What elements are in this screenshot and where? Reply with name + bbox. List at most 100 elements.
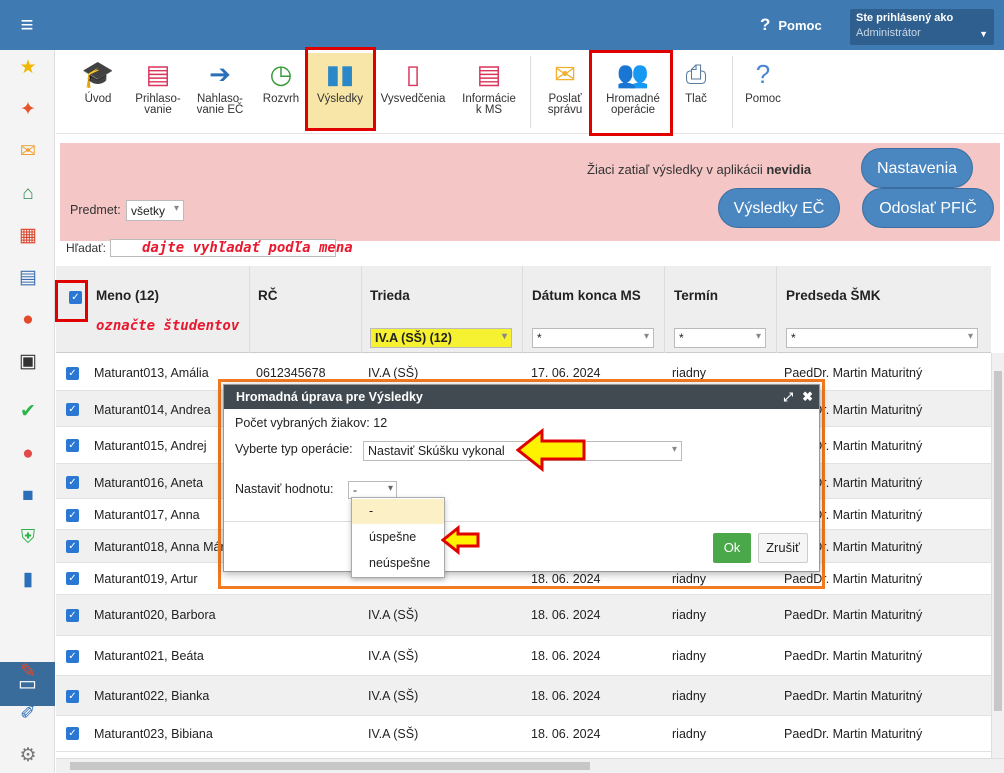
arrow-annotation-icon xyxy=(516,428,586,472)
row-checkbox[interactable]: ✓ xyxy=(66,690,79,703)
annotation-search-hint: dajte vyhľadať podľa mena xyxy=(142,240,353,256)
results-ec-button[interactable]: Výsledky EČ xyxy=(718,188,840,228)
printer-icon: ⎙ xyxy=(685,59,707,89)
col-header-rc[interactable]: RČ xyxy=(258,288,278,303)
cell-predseda: PaedDr. Martin Maturitný xyxy=(784,608,923,622)
help-link[interactable]: ? Pomoc xyxy=(760,12,822,38)
row-checkbox[interactable]: ✓ xyxy=(66,609,79,622)
close-icon[interactable]: ✖ xyxy=(802,385,813,409)
briefcase-icon[interactable]: ■ xyxy=(16,484,40,508)
column-separator xyxy=(361,266,362,353)
cell-trieda: IV.A (SŠ) xyxy=(368,689,419,703)
grid-icon[interactable]: ▦ xyxy=(16,224,40,248)
vertical-scrollbar[interactable] xyxy=(991,353,1004,758)
scroll-thumb[interactable] xyxy=(70,762,590,770)
scroll-thumb[interactable] xyxy=(994,371,1002,711)
toolbar-uvod[interactable]: 🎓 Úvod xyxy=(66,54,130,105)
row-checkbox[interactable]: ✓ xyxy=(66,727,79,740)
help-icon: ? xyxy=(755,59,771,89)
envelope-icon[interactable]: ✉ xyxy=(16,140,40,164)
row-checkbox[interactable]: ✓ xyxy=(66,572,79,585)
option-dash[interactable]: - xyxy=(352,499,444,524)
cell-trieda: IV.A (SŠ) xyxy=(368,727,419,741)
col-header-trieda[interactable]: Trieda xyxy=(370,288,410,303)
cell-name: Maturant013, Amália xyxy=(94,366,209,380)
chat-icon[interactable]: ✎ xyxy=(16,660,40,684)
cancel-button[interactable]: Zrušiť xyxy=(758,533,808,563)
column-separator xyxy=(522,266,523,353)
cell-trieda: IV.A (SŠ) xyxy=(368,649,419,663)
cell-datum: 17. 06. 2024 xyxy=(531,366,601,380)
grade-icon[interactable]: ● xyxy=(16,442,40,466)
cell-termin: riadny xyxy=(672,727,707,741)
col-header-name[interactable]: Meno (12) xyxy=(96,288,159,303)
row-checkbox[interactable]: ✓ xyxy=(66,403,79,416)
cell-name: Maturant017, Anna xyxy=(94,508,200,522)
settings-button[interactable]: Nastavenia xyxy=(861,148,973,188)
maximize-icon[interactable]: ⤢ xyxy=(783,385,793,409)
hamburger-menu-icon[interactable]: ≡ xyxy=(14,14,40,36)
trieda-filter[interactable]: IV.A (SŠ) (12) xyxy=(370,328,512,348)
search-label: Hľadať: xyxy=(66,241,107,255)
user-dropdown[interactable]: Ste prihlásený ako Administrátor ▼ xyxy=(850,9,994,45)
termin-filter[interactable]: * xyxy=(674,328,766,348)
cell-predseda: PaedDr. Martin Maturitný xyxy=(784,727,923,741)
table-row[interactable]: ✓ Maturant020, Barbora IV.A (SŠ) 18. 06.… xyxy=(56,595,991,636)
predseda-filter[interactable]: * xyxy=(786,328,978,348)
toolbar-separator xyxy=(530,56,531,128)
col-header-datum[interactable]: Dátum konca MS xyxy=(532,288,641,303)
row-checkbox[interactable]: ✓ xyxy=(66,540,79,553)
ok-button[interactable]: Ok xyxy=(713,533,751,563)
check-circle-icon[interactable]: ✔ xyxy=(16,400,40,424)
highlight-results-frame xyxy=(305,47,376,131)
row-checkbox[interactable]: ✓ xyxy=(66,367,79,380)
horizontal-scrollbar[interactable] xyxy=(56,758,1004,773)
toolbar-tlac[interactable]: ⎙ Tlač xyxy=(664,54,728,105)
user-icon[interactable]: ● xyxy=(16,308,40,332)
row-checkbox[interactable]: ✓ xyxy=(66,509,79,522)
table-row[interactable]: ✓ Maturant023, Bibiana IV.A (SŠ) 18. 06.… xyxy=(56,716,991,752)
notebook-icon[interactable]: ▤ xyxy=(16,266,40,290)
table-row[interactable]: ✓ Maturant021, Beáta IV.A (SŠ) 18. 06. 2… xyxy=(56,636,991,676)
subject-select[interactable]: všetky xyxy=(126,200,184,221)
toolbar: 🎓 Úvod ▤ Prihlaso- vanie ➔ Nahlaso- vanie E… xyxy=(56,50,1004,134)
toolbar-poslat-spravu[interactable]: ✉ Poslať správu xyxy=(533,54,597,116)
table-row[interactable]: ✓ Maturant022, Bianka IV.A (SŠ) 18. 06. … xyxy=(56,676,991,716)
col-header-termin[interactable]: Termín xyxy=(674,288,718,303)
datum-filter[interactable]: * xyxy=(532,328,654,348)
star-icon[interactable]: ★ xyxy=(16,56,40,80)
user-name: Administrátor xyxy=(856,27,921,39)
cell-predseda: PaedDr. Martin Maturitný xyxy=(784,689,923,703)
bar-chart-icon[interactable]: ▮ xyxy=(16,568,40,592)
arrow-annotation-icon xyxy=(441,525,480,555)
cell-datum: 18. 06. 2024 xyxy=(531,608,601,622)
highlight-select-all-frame xyxy=(55,280,88,322)
cell-termin: riadny xyxy=(672,608,707,622)
option-uspesne[interactable]: úspešne xyxy=(352,525,444,550)
cell-trieda: IV.A (SŠ) xyxy=(368,366,419,380)
row-checkbox[interactable]: ✓ xyxy=(66,439,79,452)
calendar-icon[interactable]: ▣ xyxy=(16,350,40,374)
row-checkbox[interactable]: ✓ xyxy=(66,650,79,663)
cell-predseda: PaedDr. Martin Maturitný xyxy=(784,366,923,380)
send-pfic-button[interactable]: Odoslať PFIČ xyxy=(862,188,994,228)
home-icon[interactable]: ⌂ xyxy=(16,182,40,206)
column-separator xyxy=(664,266,665,353)
row-checkbox[interactable]: ✓ xyxy=(66,476,79,489)
cell-name: Maturant021, Beáta xyxy=(94,649,204,663)
magic-wand-icon[interactable]: ✦ xyxy=(16,98,40,122)
toolbar-nahlasovanie[interactable]: ➔ Nahlaso- vanie EČ xyxy=(188,54,252,116)
pen-icon[interactable]: ✐ xyxy=(16,702,40,726)
arrow-right-icon: ➔ xyxy=(209,59,231,89)
toolbar-informacie[interactable]: ▤ Informácie k MS xyxy=(455,54,523,116)
gear-icon[interactable]: ⚙ xyxy=(16,744,40,768)
option-neuspesne[interactable]: neúspešne xyxy=(352,551,444,576)
toolbar-vysvedcenia[interactable]: ▯ Vysvedčenia xyxy=(378,54,448,105)
toolbar-pomoc[interactable]: ? Pomoc xyxy=(731,54,795,105)
toolbar-rozvrh[interactable]: ◷ Rozvrh xyxy=(249,54,313,105)
cell-datum: 18. 06. 2024 xyxy=(531,649,601,663)
toolbar-prihlasovanie[interactable]: ▤ Prihlaso- vanie xyxy=(126,54,190,116)
shield-icon[interactable]: ⛨ xyxy=(16,526,40,550)
cell-name: Maturant018, Anna Már xyxy=(94,540,225,554)
col-header-predseda[interactable]: Predseda ŠMK xyxy=(786,288,881,303)
